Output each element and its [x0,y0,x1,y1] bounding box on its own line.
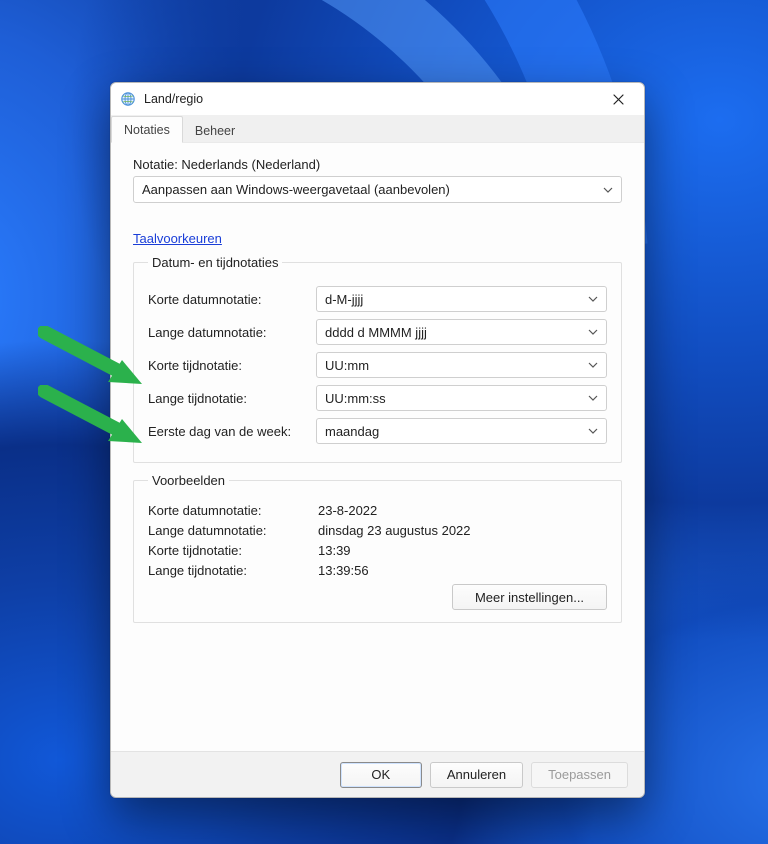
short-date-select[interactable]: d-M-jjjj [316,286,607,312]
chevron-down-icon [588,393,598,403]
short-time-label: Korte tijdnotatie: [148,358,316,373]
long-time-label: Lange tijdnotatie: [148,391,316,406]
short-date-label: Korte datumnotatie: [148,292,316,307]
dialog-footer: OK Annuleren Toepassen [111,751,644,797]
tab-beheer[interactable]: Beheer [183,118,247,143]
long-date-value: dddd d MMMM jjjj [325,325,427,340]
close-icon [613,94,624,105]
examples-legend: Voorbeelden [148,473,229,488]
example-long-time: Lange tijdnotatie: 13:39:56 [148,563,607,578]
formats-fieldset: Datum- en tijdnotaties Korte datumnotati… [133,255,622,463]
first-day-select[interactable]: maandag [316,418,607,444]
ex-short-date-label: Korte datumnotatie: [148,503,318,518]
dialog-body: Notatie: Nederlands (Nederland) Aanpasse… [111,143,644,751]
close-button[interactable] [596,85,640,113]
cancel-button[interactable]: Annuleren [430,762,523,788]
globe-icon [120,91,136,107]
desktop-wallpaper: Land/regio Notaties Beheer Notatie: Nede… [0,0,768,844]
long-time-value: UU:mm:ss [325,391,386,406]
long-time-select[interactable]: UU:mm:ss [316,385,607,411]
chevron-down-icon [588,327,598,337]
row-long-time: Lange tijdnotatie: UU:mm:ss [148,384,607,412]
chevron-down-icon [588,294,598,304]
region-dialog: Land/regio Notaties Beheer Notatie: Nede… [110,82,645,798]
first-day-value: maandag [325,424,379,439]
long-date-label: Lange datumnotatie: [148,325,316,340]
first-day-label: Eerste dag van de week: [148,424,316,439]
ex-long-time-label: Lange tijdnotatie: [148,563,318,578]
titlebar[interactable]: Land/regio [111,83,644,115]
ex-long-date-value: dinsdag 23 augustus 2022 [318,523,471,538]
ex-long-time-value: 13:39:56 [318,563,369,578]
tab-strip: Notaties Beheer [111,115,644,143]
row-short-time: Korte tijdnotatie: UU:mm [148,351,607,379]
chevron-down-icon [588,426,598,436]
row-long-date: Lange datumnotatie: dddd d MMMM jjjj [148,318,607,346]
short-time-select[interactable]: UU:mm [316,352,607,378]
example-long-date: Lange datumnotatie: dinsdag 23 augustus … [148,523,607,538]
ok-button[interactable]: OK [340,762,422,788]
notation-heading: Notatie: Nederlands (Nederland) [133,157,622,172]
ex-short-date-value: 23-8-2022 [318,503,377,518]
example-short-date: Korte datumnotatie: 23-8-2022 [148,503,607,518]
ex-short-time-label: Korte tijdnotatie: [148,543,318,558]
example-short-time: Korte tijdnotatie: 13:39 [148,543,607,558]
long-date-select[interactable]: dddd d MMMM jjjj [316,319,607,345]
short-time-value: UU:mm [325,358,369,373]
chevron-down-icon [588,360,598,370]
tab-notaties[interactable]: Notaties [111,116,183,143]
display-language-select[interactable]: Aanpassen aan Windows-weergavetaal (aanb… [133,176,622,203]
ex-long-date-label: Lange datumnotatie: [148,523,318,538]
row-first-day: Eerste dag van de week: maandag [148,417,607,445]
more-settings-button[interactable]: Meer instellingen... [452,584,607,610]
apply-button: Toepassen [531,762,628,788]
display-language-value: Aanpassen aan Windows-weergavetaal (aanb… [142,182,450,197]
ex-short-time-value: 13:39 [318,543,351,558]
row-short-date: Korte datumnotatie: d-M-jjjj [148,285,607,313]
chevron-down-icon [603,185,613,195]
formats-legend: Datum- en tijdnotaties [148,255,282,270]
examples-fieldset: Voorbeelden Korte datumnotatie: 23-8-202… [133,473,622,623]
short-date-value: d-M-jjjj [325,292,363,307]
window-title: Land/regio [144,92,596,106]
language-preferences-link[interactable]: Taalvoorkeuren [133,231,222,246]
